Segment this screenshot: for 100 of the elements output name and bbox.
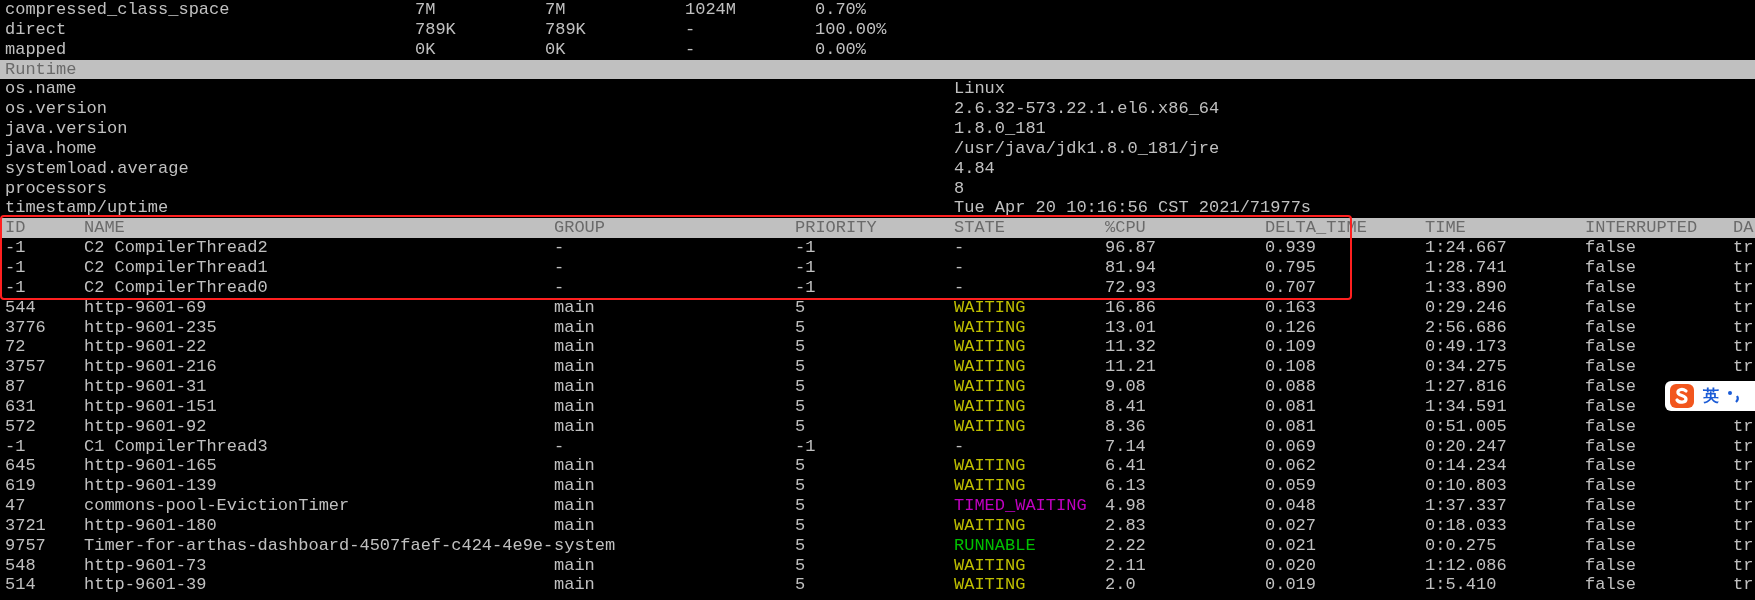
table-cell: 8.41 <box>1105 396 1146 417</box>
table-cell: 0:29.246 <box>1425 297 1507 318</box>
table-cell: false <box>1585 337 1636 358</box>
table-cell: - <box>954 257 965 278</box>
input-method-toolbar[interactable]: 英 <box>1665 381 1755 411</box>
table-cell: 544 <box>5 297 36 318</box>
table-cell: false <box>1585 317 1636 338</box>
table-cell: - <box>954 436 965 457</box>
property-value: 8 <box>954 178 965 199</box>
table-cell: 5 <box>795 476 806 497</box>
table-cell: WAITING <box>954 357 1026 378</box>
column-header: STATE <box>954 218 1006 239</box>
table-cell: Timer-for-arthas-dashboard-4507faef-c424-4e9e- <box>84 535 554 556</box>
table-cell: false <box>1585 297 1636 318</box>
table-cell: 5 <box>795 377 806 397</box>
table-cell: 0:18.033 <box>1425 515 1507 536</box>
table-cell: 0.069 <box>1265 436 1316 457</box>
column-header: NAME <box>84 218 126 239</box>
table-cell: 0.00% <box>815 39 866 60</box>
property-value: 1.8.0_181 <box>954 119 1046 139</box>
table-cell: tr <box>1733 416 1754 437</box>
table-cell: 645 <box>5 456 36 477</box>
table-cell: -1 <box>5 277 26 298</box>
table-cell: 1:34.591 <box>1425 396 1507 417</box>
table-cell: 5 <box>795 396 806 417</box>
table-cell: http-9601-180 <box>84 515 217 536</box>
table-cell: main <box>554 575 595 596</box>
table-cell: -1 <box>795 277 816 298</box>
table-cell: 0.707 <box>1265 277 1316 298</box>
logo-icon <box>1669 383 1695 409</box>
table-cell: tr <box>1733 317 1754 338</box>
table-cell: tr <box>1733 436 1754 457</box>
table-cell: 0.163 <box>1265 297 1316 318</box>
table-cell: commons-pool-EvictionTimer <box>84 496 350 516</box>
table-cell: 1:24.667 <box>1425 238 1507 258</box>
table-cell: tr <box>1733 277 1754 298</box>
column-header: INTERRUPTED <box>1585 218 1699 239</box>
table-cell: 8.36 <box>1105 416 1146 437</box>
table-cell: http-9601-92 <box>84 416 207 437</box>
table-cell: 0.019 <box>1265 575 1316 596</box>
table-cell: false <box>1585 515 1636 536</box>
table-cell: WAITING <box>954 555 1026 576</box>
table-cell: 5 <box>795 317 806 338</box>
table-cell: 1:5.410 <box>1425 575 1497 596</box>
table-cell: 5 <box>795 555 806 576</box>
table-cell: tr <box>1733 476 1754 497</box>
property-value: Linux <box>954 79 1005 100</box>
table-cell: RUNNABLE <box>954 535 1036 556</box>
table-cell: false <box>1585 396 1636 417</box>
table-cell: http-9601-22 <box>84 337 207 358</box>
table-cell: 572 <box>5 416 36 437</box>
table-cell: 7.14 <box>1105 436 1146 457</box>
table-cell: WAITING <box>954 456 1026 477</box>
table-cell: 5 <box>795 357 806 378</box>
table-cell: false <box>1585 377 1636 397</box>
column-header: ID <box>5 218 27 239</box>
table-cell: -1 <box>5 238 26 258</box>
table-cell: 3757 <box>5 357 46 378</box>
table-cell: 72 <box>5 337 26 358</box>
table-cell: WAITING <box>954 416 1026 437</box>
language-mode[interactable]: 英 <box>1703 386 1719 406</box>
column-header: GROUP <box>554 218 606 239</box>
table-cell: 16.86 <box>1105 297 1156 318</box>
table-cell: http-9601-165 <box>84 456 217 477</box>
table-cell: false <box>1585 476 1636 497</box>
table-cell: WAITING <box>954 297 1026 318</box>
table-cell: 0.081 <box>1265 416 1316 437</box>
table-cell: C2 CompilerThread0 <box>84 277 268 298</box>
table-cell: 2:56.686 <box>1425 317 1507 338</box>
property-value: 4.84 <box>954 158 995 179</box>
table-cell: mapped <box>5 39 67 60</box>
table-cell: main <box>554 416 595 437</box>
table-cell: false <box>1585 257 1636 278</box>
table-cell: direct <box>5 19 67 40</box>
table-cell: 100.00% <box>815 19 887 40</box>
table-cell: 5 <box>795 416 806 437</box>
table-cell: WAITING <box>954 317 1026 338</box>
table-cell: 0.020 <box>1265 555 1316 576</box>
table-cell: main <box>554 476 595 497</box>
table-cell: tr <box>1733 555 1754 576</box>
table-cell: 789K <box>415 19 456 40</box>
table-cell: http-9601-216 <box>84 357 217 378</box>
table-cell: 631 <box>5 396 36 417</box>
table-cell: 11.32 <box>1105 337 1156 358</box>
table-cell: false <box>1585 238 1636 258</box>
table-cell: 0:0.275 <box>1425 535 1497 556</box>
table-cell: 5 <box>795 535 806 556</box>
table-cell: 9757 <box>5 535 46 556</box>
table-cell: false <box>1585 456 1636 477</box>
table-cell: 5 <box>795 297 806 318</box>
table-cell: 9.08 <box>1105 377 1146 397</box>
table-cell: 3721 <box>5 515 46 536</box>
table-cell: false <box>1585 357 1636 378</box>
table-cell: C2 CompilerThread1 <box>84 257 268 278</box>
table-cell: 3776 <box>5 317 46 338</box>
table-cell: 0.108 <box>1265 357 1316 378</box>
table-cell: false <box>1585 436 1636 457</box>
table-cell: 0.021 <box>1265 535 1316 556</box>
table-cell: 81.94 <box>1105 257 1156 278</box>
table-cell: 5 <box>795 337 806 358</box>
